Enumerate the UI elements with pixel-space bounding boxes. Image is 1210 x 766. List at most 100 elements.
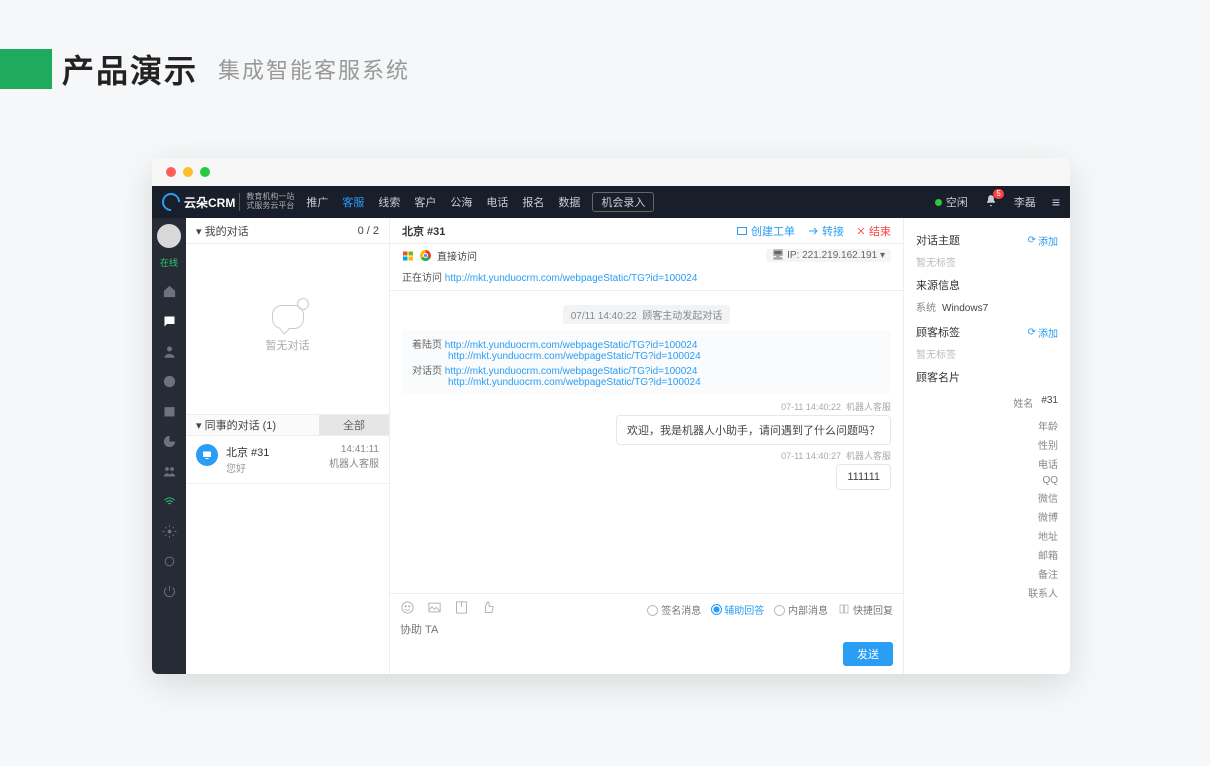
my-conv-count: 0 / 2 [358, 225, 379, 237]
check-icon[interactable] [161, 373, 177, 389]
tags-title: 顾客标签 [916, 324, 960, 340]
end-button[interactable]: 结束 [856, 223, 891, 239]
topic-empty: 暂无标签 [916, 254, 1058, 269]
sidebar-status: 在线 [160, 256, 178, 269]
landing-link-2[interactable]: http://mkt.yunduocrm.com/webpageStatic/T… [448, 351, 701, 362]
notif-badge: 5 [993, 189, 1003, 199]
close-dot[interactable] [166, 167, 176, 177]
monitor-icon [196, 444, 218, 466]
system-chip: 07/11 14:40:22 顾客主动发起对话 [563, 305, 731, 324]
dialog-link-2[interactable]: http://mkt.yunduocrm.com/webpageStatic/T… [448, 377, 701, 388]
chrome-icon [420, 250, 431, 261]
chat-panel: 北京 #31 创建工单 转接 结束 直接访问 🖥 IP: 221.219.162… [390, 218, 904, 674]
icon-sidebar: 在线 [152, 218, 186, 674]
calendar-icon[interactable] [161, 403, 177, 419]
logo[interactable]: 云朵CRM 教育机构一站式服务云平台 [162, 193, 294, 211]
ticket-button[interactable]: 创建工单 [736, 223, 795, 239]
visit-info: 直接访问 🖥 IP: 221.219.162.191 ▾ [390, 244, 903, 267]
empty-state: 暂无对话 [186, 244, 389, 414]
f-addr: 地址 [916, 528, 1058, 543]
wifi-icon[interactable] [161, 493, 177, 509]
top-nav: 云朵CRM 教育机构一站式服务云平台 推广 客服 线索 客户 公海 电话 报名 … [152, 186, 1070, 218]
minimize-dot[interactable] [183, 167, 193, 177]
attach-icon[interactable] [454, 600, 469, 618]
dialog-link-1[interactable]: http://mkt.yunduocrm.com/webpageStatic/T… [445, 366, 698, 377]
landing-block: 着陆页 http://mkt.yunduocrm.com/webpageStat… [402, 330, 891, 394]
logo-text: 云朵CRM [184, 194, 235, 211]
slide-title: 产品演示 [62, 46, 198, 92]
opt-signed[interactable]: 签名消息 [647, 602, 701, 617]
opt-internal[interactable]: 内部消息 [774, 602, 828, 617]
logo-icon [158, 189, 183, 214]
record-button[interactable]: 机会录入 [592, 192, 654, 212]
colleague-item[interactable]: 北京 #31 您好 14:41:11 机器人客服 [186, 436, 389, 484]
send-button[interactable]: 发送 [843, 642, 893, 666]
chat-scroll[interactable]: 07/11 14:40:22 顾客主动发起对话 着陆页 http://mkt.y… [390, 291, 903, 593]
f-contact: 联系人 [916, 585, 1058, 600]
f-email: 邮箱 [916, 547, 1058, 562]
ip-pill: 🖥 IP: 221.219.162.191 ▾ [766, 249, 891, 262]
f-age: 年龄 [916, 418, 1058, 433]
thumb-icon[interactable] [481, 600, 496, 618]
nav-service[interactable]: 客服 [342, 194, 364, 210]
opt-assist[interactable]: 辅助回答 [711, 602, 764, 617]
emoji-icon[interactable] [400, 600, 415, 618]
image-icon[interactable] [427, 600, 442, 618]
src-system: 系统Windows7 [916, 299, 1058, 314]
chat-icon[interactable] [161, 313, 177, 329]
person-icon[interactable] [161, 343, 177, 359]
topic-add[interactable]: ⟳ 添加 [1028, 233, 1058, 248]
slide-subtitle: 集成智能客服系统 [218, 53, 410, 85]
settings-icon[interactable] [161, 553, 177, 569]
tags-empty: 暂无标签 [916, 346, 1058, 361]
nav-promo[interactable]: 推广 [306, 194, 328, 210]
f-phone: 电话 [916, 456, 1058, 471]
my-conv-header[interactable]: ▾ 我的对话 0 / 2 [186, 218, 389, 244]
quick-reply[interactable]: 快捷回复 [838, 602, 893, 617]
gear-icon[interactable] [161, 523, 177, 539]
transfer-button[interactable]: 转接 [807, 223, 844, 239]
colleague-all[interactable]: 全部 [319, 415, 389, 435]
f-wechat: 微信 [916, 490, 1058, 505]
colleague-header[interactable]: ▾ 同事的对话 (1) 全部 [186, 414, 389, 436]
zoom-dot[interactable] [200, 167, 210, 177]
user-name[interactable]: 李磊 [1014, 194, 1036, 210]
visiting-link[interactable]: http://mkt.yunduocrm.com/webpageStatic/T… [445, 273, 698, 284]
power-icon[interactable] [161, 583, 177, 599]
home-icon[interactable] [161, 283, 177, 299]
nav-leads[interactable]: 线索 [378, 194, 400, 210]
landing-link-1[interactable]: http://mkt.yunduocrm.com/webpageStatic/T… [445, 340, 698, 351]
nav-pool[interactable]: 公海 [450, 194, 472, 210]
topic-title: 对话主题 [916, 232, 960, 248]
nav-items: 推广 客服 线索 客户 公海 电话 报名 数据 [306, 194, 580, 210]
tags-add[interactable]: ⟳ 添加 [1028, 325, 1058, 340]
card-title: 顾客名片 [916, 369, 960, 385]
empty-text: 暂无对话 [266, 337, 310, 353]
pie-icon[interactable] [161, 433, 177, 449]
team-icon[interactable] [161, 463, 177, 479]
f-weibo: 微博 [916, 509, 1058, 524]
menu-icon[interactable]: ≡ [1052, 194, 1060, 210]
mac-titlebar [152, 158, 1070, 186]
nav-data[interactable]: 数据 [558, 194, 580, 210]
status-indicator[interactable]: 空闲 [935, 194, 968, 210]
f-note: 备注 [916, 566, 1058, 581]
msg-2: 07-11 14:40:27 机器人客服 111111 [402, 449, 891, 490]
avatar[interactable] [157, 224, 181, 248]
msg-1: 07-11 14:40:22 机器人客服 欢迎，我是机器人小助手，请问遇到了什么… [402, 400, 891, 445]
f-qq: QQ [916, 475, 1058, 486]
message-input[interactable] [400, 624, 893, 636]
windows-icon [402, 250, 414, 262]
nav-signup[interactable]: 报名 [522, 194, 544, 210]
conversations-panel: ▾ 我的对话 0 / 2 暂无对话 ▾ 同事的对话 (1) 全部 北京 #31 … [186, 218, 390, 674]
f-sex: 性别 [916, 437, 1058, 452]
slide-title-bar: 产品演示 集成智能客服系统 [0, 46, 1210, 92]
accent-block [0, 49, 52, 89]
bell-icon[interactable]: 5 [984, 194, 998, 211]
chat-title: 北京 #31 [402, 223, 445, 239]
side-panel: 对话主题 ⟳ 添加 暂无标签 来源信息 系统Windows7 顾客标签 ⟳ 添加… [904, 218, 1070, 674]
nav-customers[interactable]: 客户 [414, 194, 436, 210]
logo-tagline: 教育机构一站式服务云平台 [239, 193, 294, 211]
nav-phone[interactable]: 电话 [486, 194, 508, 210]
app-window: 云朵CRM 教育机构一站式服务云平台 推广 客服 线索 客户 公海 电话 报名 … [152, 158, 1070, 674]
